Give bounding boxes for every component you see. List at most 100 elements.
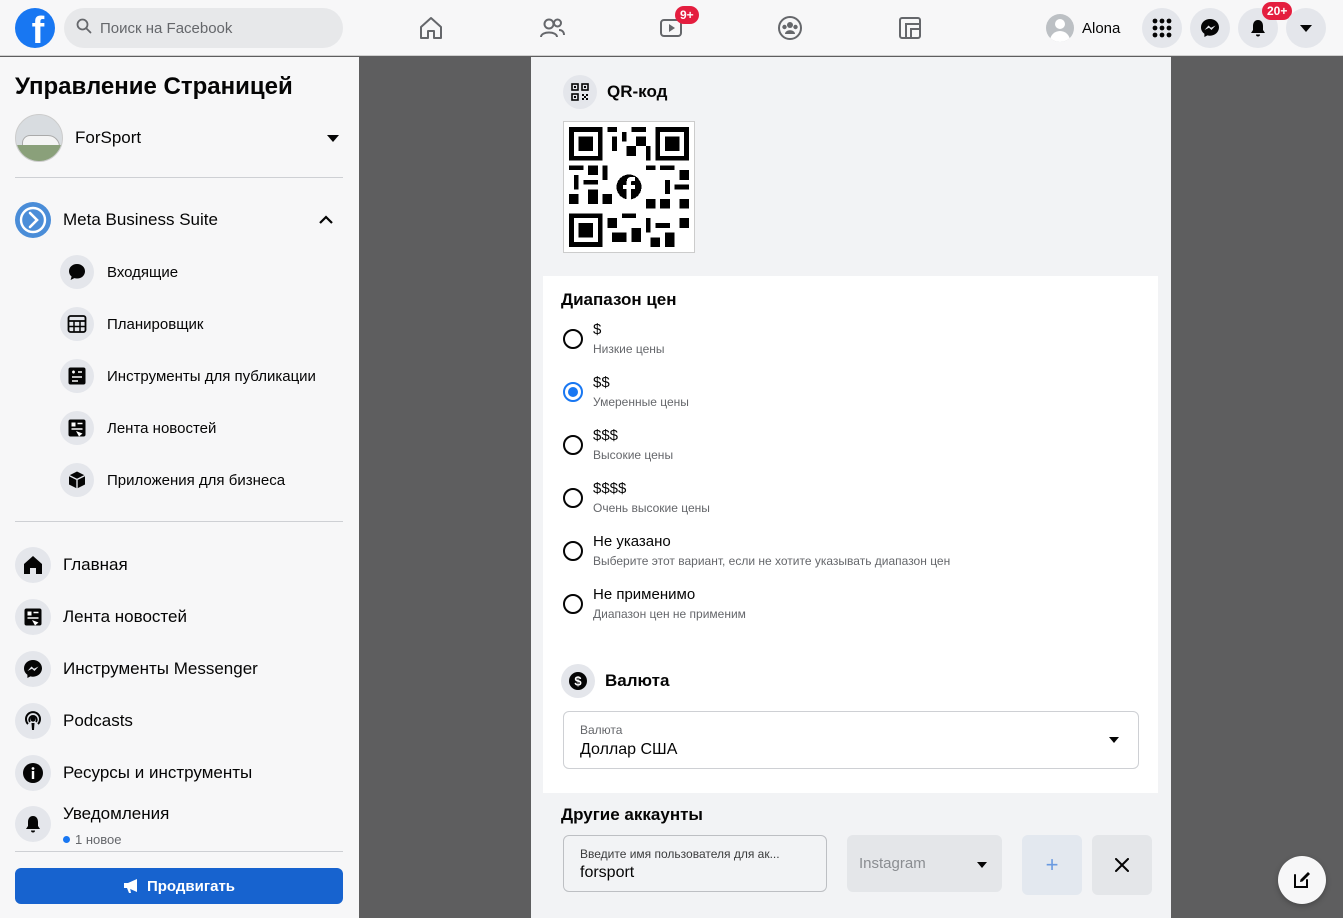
currency-select[interactable]: Валюта Доллар США	[563, 711, 1139, 769]
option-description: Очень высокие цены	[593, 501, 710, 515]
radio-button[interactable]	[563, 435, 583, 455]
sidebar-item-news-feed-main[interactable]: Лента новостей	[15, 597, 345, 637]
account-menu-button[interactable]	[1286, 8, 1326, 48]
calendar-grid-icon	[67, 315, 87, 333]
caret-down-icon	[1300, 24, 1312, 32]
profile-name: Alona	[1082, 19, 1121, 37]
news-feed-icon	[68, 419, 86, 437]
sidebar-item-label: Podcasts	[63, 711, 133, 730]
remove-account-button[interactable]	[1092, 835, 1152, 895]
option-label: $$$$	[593, 480, 627, 497]
price-option-very-high[interactable]: $$$$ Очень высокие цены	[563, 480, 1123, 526]
friends-icon	[540, 18, 565, 38]
radio-button-selected[interactable]	[563, 382, 583, 402]
page-switcher[interactable]: ForSport	[15, 114, 343, 162]
nav-watch[interactable]: 9+	[655, 6, 699, 44]
search-input[interactable]	[100, 19, 320, 37]
price-currency-section: Диапазон цен $ Низкие цены $$ Умеренные …	[543, 276, 1158, 793]
nav-groups[interactable]	[774, 12, 806, 44]
sidebar-item-label: Лента новостей	[63, 607, 187, 626]
caret-down-icon	[977, 862, 987, 868]
sidebar-item-business-apps[interactable]: Приложения для бизнеса	[60, 462, 350, 498]
gaming-icon	[899, 17, 921, 39]
price-option-unspecified[interactable]: Не указано Выберите этот вариант, если н…	[563, 533, 1123, 579]
grid-menu-icon	[1152, 18, 1172, 38]
megaphone-icon	[123, 879, 137, 893]
avatar	[1046, 14, 1074, 42]
currency-header: $ Валюта	[561, 664, 669, 698]
radio-button[interactable]	[563, 541, 583, 561]
notifications-button[interactable]: 20+	[1238, 2, 1293, 48]
caret-down-icon	[327, 134, 339, 142]
username-value: forsport	[580, 864, 635, 881]
price-option-not-applicable[interactable]: Не применимо Диапазон цен не применим	[563, 586, 1123, 632]
price-option-high[interactable]: $$$ Высокие цены	[563, 427, 1123, 473]
sidebar-item-publishing-tools[interactable]: Инструменты для публикации	[60, 358, 350, 394]
divider	[15, 521, 343, 522]
option-description: Умеренные цены	[593, 395, 689, 409]
sidebar-item-planner[interactable]: Планировщик	[60, 306, 350, 342]
watch-badge: 9+	[675, 6, 699, 24]
radio-button[interactable]	[563, 488, 583, 508]
option-label: Не применимо	[593, 586, 696, 603]
sidebar-item-label: Приложения для бизнеса	[107, 471, 286, 489]
sidebar-item-news-feed[interactable]: Лента новостей	[60, 410, 350, 446]
price-option-moderate[interactable]: $$ Умеренные цены	[563, 374, 1123, 420]
nav-gaming[interactable]	[894, 12, 926, 44]
box-icon	[68, 471, 86, 489]
groups-icon	[778, 16, 802, 40]
facebook-logo[interactable]: f	[15, 8, 55, 48]
username-field[interactable]: Введите имя пользователя для ак... forsp…	[563, 835, 827, 892]
other-accounts-title: Другие аккаунты	[561, 805, 703, 824]
notifications-count: 1 новое	[63, 832, 121, 847]
sidebar-item-label: Лента новостей	[107, 419, 217, 437]
price-range-title: Диапазон цен	[561, 290, 677, 309]
sidebar-item-label: Инструменты Messenger	[63, 659, 258, 678]
chat-bubble-icon	[69, 264, 85, 280]
nav-friends[interactable]	[536, 12, 568, 44]
menu-button[interactable]	[1142, 8, 1182, 48]
sidebar-item-home[interactable]: Главная	[15, 545, 345, 585]
option-label: $$	[593, 374, 610, 391]
qr-code-icon	[563, 75, 597, 109]
sidebar-item-messenger-tools[interactable]: Инструменты Messenger	[15, 649, 345, 689]
sidebar-title: Управление Страницей	[15, 73, 293, 100]
new-message-button[interactable]	[1278, 856, 1326, 904]
nav-home[interactable]	[415, 12, 447, 44]
publishing-tools-icon	[68, 367, 86, 385]
home-icon	[24, 556, 42, 574]
radio-button[interactable]	[563, 329, 583, 349]
currency-value: Доллар США	[580, 741, 678, 758]
sidebar-item-podcasts[interactable]: Podcasts	[15, 701, 345, 741]
option-label: $	[593, 321, 602, 338]
unread-dot	[63, 836, 70, 843]
sidebar-item-resources[interactable]: Ресурсы и инструменты	[15, 753, 345, 793]
qr-code-image[interactable]	[563, 121, 695, 253]
add-account-button[interactable]: +	[1022, 835, 1082, 895]
platform-value: Instagram	[859, 855, 926, 872]
promote-button[interactable]: Продвигать	[15, 868, 343, 904]
sidebar-item-label: Уведомления	[63, 804, 170, 823]
bell-icon	[1251, 20, 1265, 37]
sidebar-item-label: Инструменты для публикации	[107, 367, 316, 385]
qr-header: QR-код	[563, 75, 667, 109]
compose-icon	[1294, 872, 1310, 888]
close-icon	[1115, 858, 1129, 872]
profile-button[interactable]: Alona	[1040, 10, 1126, 46]
messenger-button[interactable]	[1190, 8, 1230, 48]
business-suite-icon	[15, 202, 51, 238]
plus-icon: +	[1045, 852, 1059, 877]
radio-button[interactable]	[563, 594, 583, 614]
search-box[interactable]	[64, 8, 343, 48]
home-icon	[420, 17, 442, 39]
platform-select[interactable]: Instagram	[847, 835, 1002, 892]
price-option-low[interactable]: $ Низкие цены	[563, 321, 1123, 367]
sidebar-item-label: Входящие	[107, 263, 179, 281]
business-suite-label: Meta Business Suite	[63, 210, 218, 229]
sidebar-item-label: Планировщик	[107, 315, 204, 333]
sidebar-item-inbox[interactable]: Входящие	[60, 254, 350, 290]
sidebar-item-notifications[interactable]: Уведомления	[15, 797, 345, 842]
news-feed-icon	[24, 608, 42, 626]
sidebar: Управление Страницей ForSport Meta Busin…	[0, 57, 359, 918]
meta-business-suite-toggle[interactable]: Meta Business Suite	[15, 200, 343, 240]
